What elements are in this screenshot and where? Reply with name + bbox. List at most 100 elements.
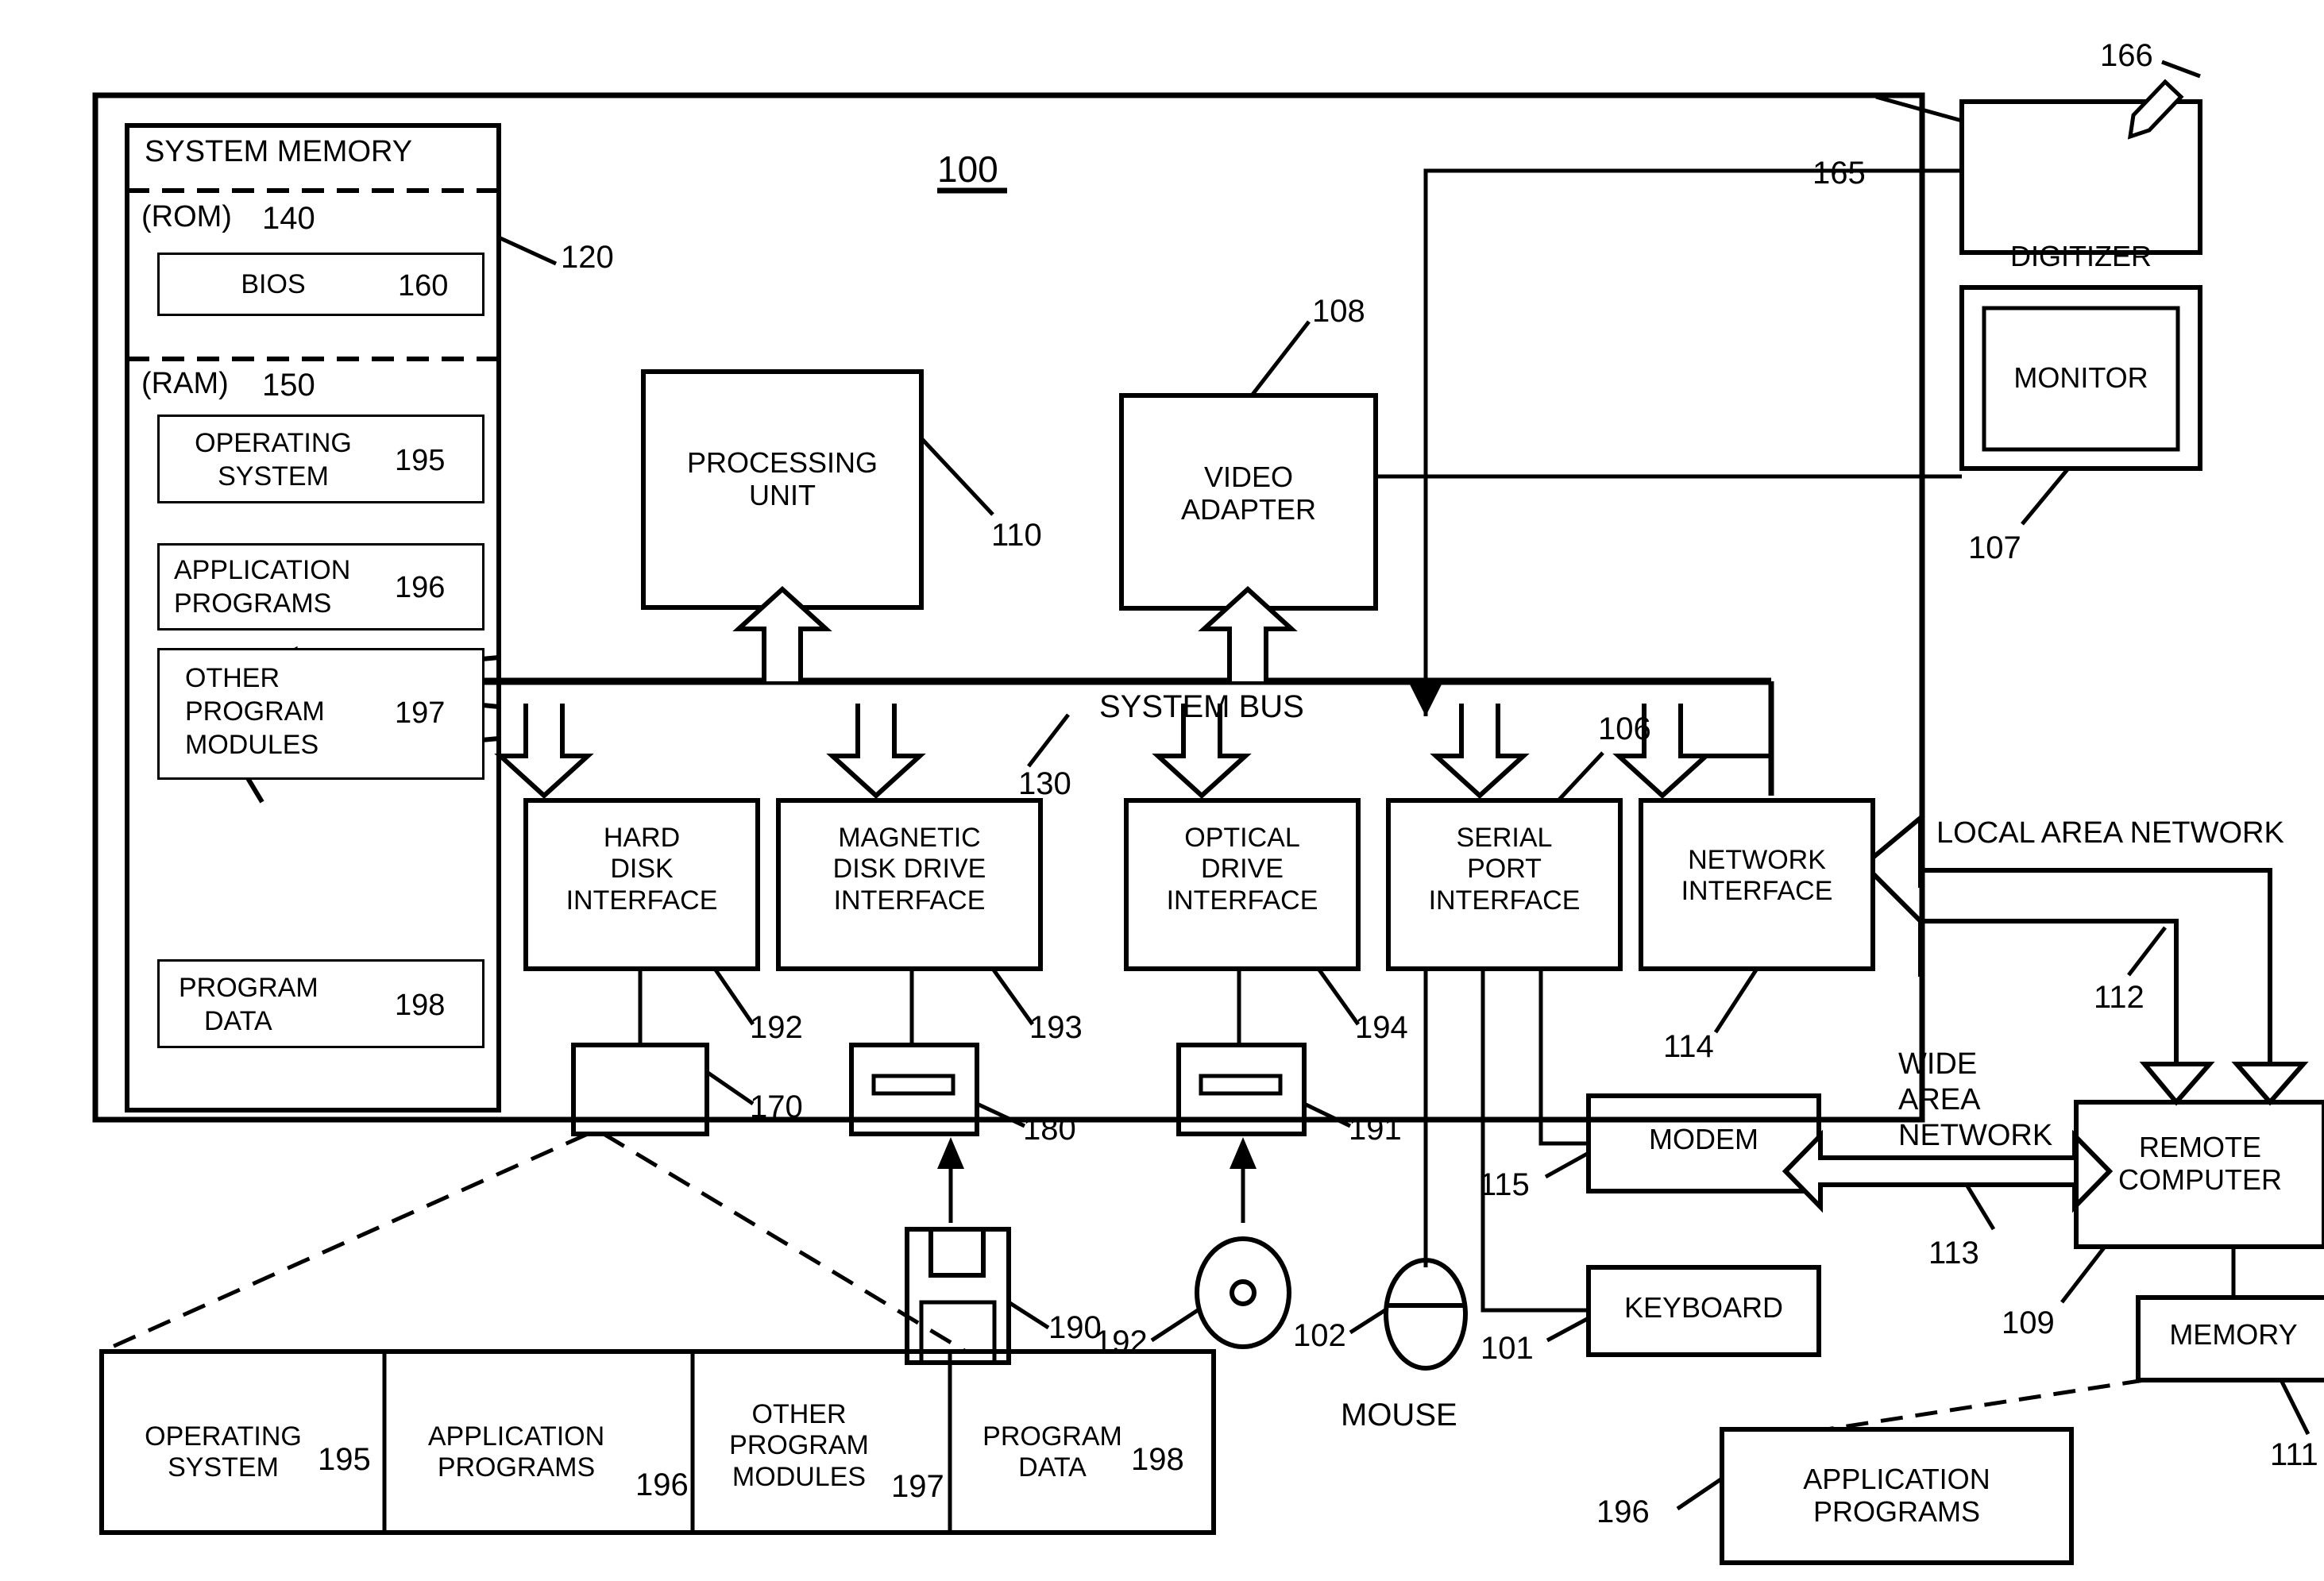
leader-114 — [1713, 967, 1759, 1034]
ni-line-1: NETWORK — [1688, 845, 1826, 875]
memory-cell-opm-l2: PROGRAM — [185, 696, 325, 727]
remote-app-programs-label: APPLICATION PROGRAMS — [1722, 1463, 2071, 1528]
ref-114: 114 — [1663, 1029, 1714, 1064]
ref-120: 120 — [561, 240, 614, 275]
keyboard-label: KEYBOARD — [1623, 1291, 1784, 1324]
leader-120 — [499, 236, 558, 266]
sd-os-l1: OPERATING — [145, 1421, 302, 1452]
floppy-disk-shutter — [928, 1227, 986, 1278]
ref-165: 165 — [1812, 156, 1866, 191]
memory-cell-bios-ref: 160 — [398, 269, 449, 303]
spi-line-2: PORT — [1467, 854, 1542, 885]
leader-192-disc — [1150, 1308, 1199, 1343]
leader-193 — [990, 967, 1035, 1026]
leader-196-remote — [1676, 1476, 1724, 1511]
sd-opm-l1: OTHER — [751, 1399, 847, 1429]
digitizer-outline — [1959, 99, 2202, 255]
ref-130: 130 — [1018, 766, 1071, 801]
storage-detail-apps: APPLICATION PROGRAMS — [389, 1421, 643, 1484]
ref-101: 101 — [1480, 1331, 1534, 1366]
remote-computer-line-2: COMPUTER — [2118, 1163, 2282, 1197]
ref-190: 190 — [1048, 1310, 1102, 1345]
system-memory-title: SYSTEM MEMORY — [145, 135, 413, 168]
expansion-cone-right — [602, 1132, 967, 1354]
mouse-body — [1384, 1258, 1468, 1371]
sd-pd-l1: PROGRAM — [982, 1421, 1122, 1452]
memory-cell-os-ref: 195 — [395, 444, 446, 477]
keyboard-wire — [1480, 969, 1589, 1313]
ref-195-detail: 195 — [318, 1442, 371, 1477]
leader-111 — [2279, 1379, 2310, 1436]
wan-label: WIDE AREA NETWORK — [1898, 1047, 2052, 1153]
ref-180: 180 — [1023, 1112, 1076, 1147]
lan-label: LOCAL AREA NETWORK — [1936, 816, 2284, 850]
leader-112 — [2127, 926, 2167, 977]
rom-label: (ROM) — [141, 200, 232, 233]
leader-113 — [1964, 1183, 1996, 1231]
leader-166 — [2161, 60, 2201, 79]
leader-190 — [1007, 1300, 1050, 1330]
disc-insert-arrowhead — [1230, 1137, 1257, 1169]
leader-107 — [2021, 467, 2070, 526]
optical-drive-slot — [1199, 1074, 1283, 1096]
processing-unit-line-1: PROCESSING — [686, 446, 878, 479]
serial-port-interface-label: SERIAL PORT INTERFACE — [1388, 823, 1620, 916]
ni-line-2: INTERFACE — [1681, 876, 1833, 907]
hard-disk-interface-label: HARD DISK INTERFACE — [526, 823, 758, 916]
leader-110 — [920, 437, 994, 516]
sd-apps-l1: APPLICATION — [427, 1421, 605, 1452]
memory-cell-pd-l1: PROGRAM — [179, 973, 318, 1003]
memory-cell-application-programs: APPLICATION PROGRAMS 196 — [157, 543, 484, 630]
spi-line-1: SERIAL — [1456, 823, 1553, 853]
leader-101 — [1546, 1316, 1590, 1343]
stylus-shape — [2127, 79, 2184, 140]
mdi-line-1: MAGNETIC — [838, 823, 981, 853]
memory-cell-opm-ref: 197 — [395, 696, 446, 730]
video-adapter-line-1: VIDEO — [1203, 461, 1294, 493]
digitizer-label: DIGITIZER — [2010, 240, 2152, 272]
ref-102: 102 — [1293, 1318, 1346, 1353]
ref-150: 150 — [262, 368, 315, 403]
ref-170: 170 — [750, 1089, 803, 1124]
leader-180 — [975, 1101, 1026, 1128]
odi-line-2: DRIVE — [1201, 854, 1284, 885]
connector-layer — [92, 60, 2324, 1565]
memory-cell-bios: BIOS 160 — [157, 253, 484, 316]
hdi-line-1: HARD — [603, 823, 681, 853]
leader-106 — [1557, 751, 1604, 802]
storage-detail-pd: PROGRAM DATA — [953, 1421, 1152, 1484]
processing-unit-label: PROCESSING UNIT — [643, 446, 921, 511]
figure-ref-100: 100 — [937, 148, 998, 190]
leader-192-hd — [712, 967, 755, 1026]
monitor-label: MONITOR — [2013, 361, 2148, 394]
remote-memory-label: MEMORY — [2169, 1318, 2298, 1351]
ref-109: 109 — [2002, 1305, 2055, 1340]
sd-opm-l3: MODULES — [732, 1461, 867, 1492]
ref-196-detail: 196 — [635, 1467, 689, 1502]
remote-apps-dashed — [1826, 1378, 2145, 1432]
storage-detail-os: OPERATING SYSTEM — [108, 1421, 338, 1484]
memory-cell-opm-l3: MODULES — [185, 730, 319, 760]
optical-disc-shape — [1195, 1236, 1291, 1349]
optical-disc-hole — [1230, 1279, 1257, 1306]
sd-pd-l2: DATA — [1018, 1452, 1087, 1483]
memory-cell-pd-ref: 198 — [395, 989, 446, 1022]
modem-label: MODEM — [1649, 1123, 1758, 1155]
ref-196-remote: 196 — [1596, 1494, 1650, 1529]
odi-line-1: OPTICAL — [1184, 823, 1300, 853]
memory-cell-opm-l1: OTHER — [185, 663, 280, 693]
hdi-line-2: DISK — [610, 854, 674, 885]
wan-line-1: WIDE — [1898, 1047, 1978, 1081]
remote-apps-line-2: PROGRAMS — [1812, 1495, 1981, 1529]
magnetic-disk-interface-label: MAGNETIC DISK DRIVE INTERFACE — [778, 823, 1040, 916]
bus-to-video-arrow-shape — [1198, 585, 1298, 681]
bus-to-serial-arrow — [1430, 704, 1530, 800]
mdi-line-3: INTERFACE — [833, 885, 986, 916]
remote-computer-line-1: REMOTE — [2138, 1131, 2261, 1163]
ref-140: 140 — [262, 201, 315, 236]
network-interface-label: NETWORK INTERFACE — [1641, 845, 1873, 908]
memory-cell-other-program-modules: OTHER PROGRAM MODULES 197 — [157, 648, 484, 780]
system-bus-label: SYSTEM BUS — [1099, 689, 1304, 724]
leader-191 — [1303, 1101, 1352, 1128]
odi-line-3: INTERFACE — [1166, 885, 1318, 916]
